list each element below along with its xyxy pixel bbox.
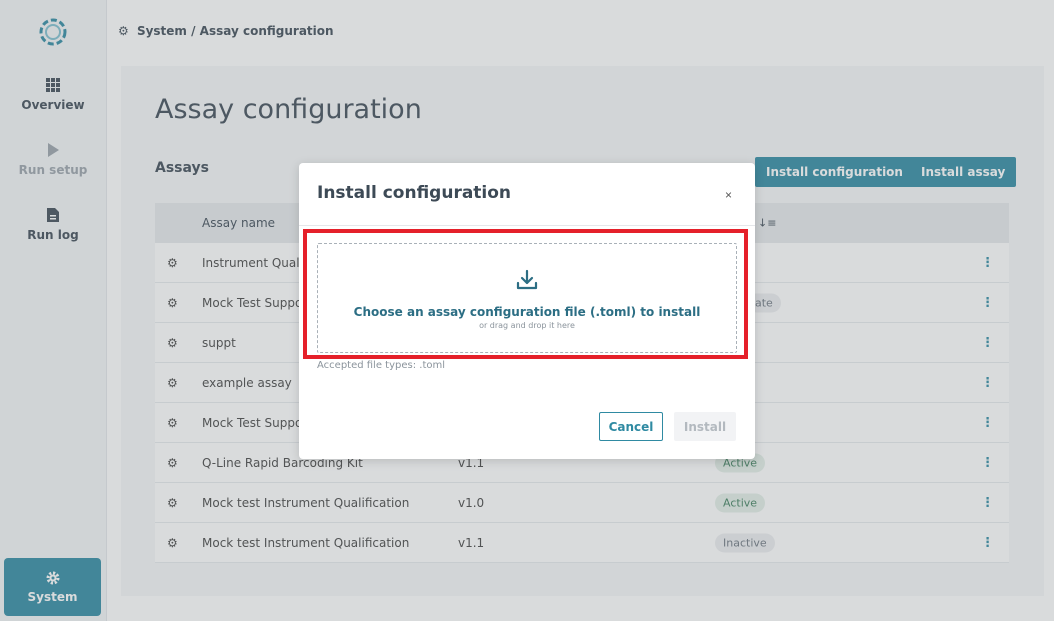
install-button[interactable]: Install xyxy=(674,412,736,441)
dialog-divider xyxy=(299,225,755,226)
dialog-title: Install configuration xyxy=(317,183,512,203)
highlight-box xyxy=(303,229,748,359)
cancel-button[interactable]: Cancel xyxy=(599,412,663,441)
close-icon[interactable]: × xyxy=(719,187,738,203)
accepted-file-types: Accepted file types: .toml xyxy=(317,360,446,371)
